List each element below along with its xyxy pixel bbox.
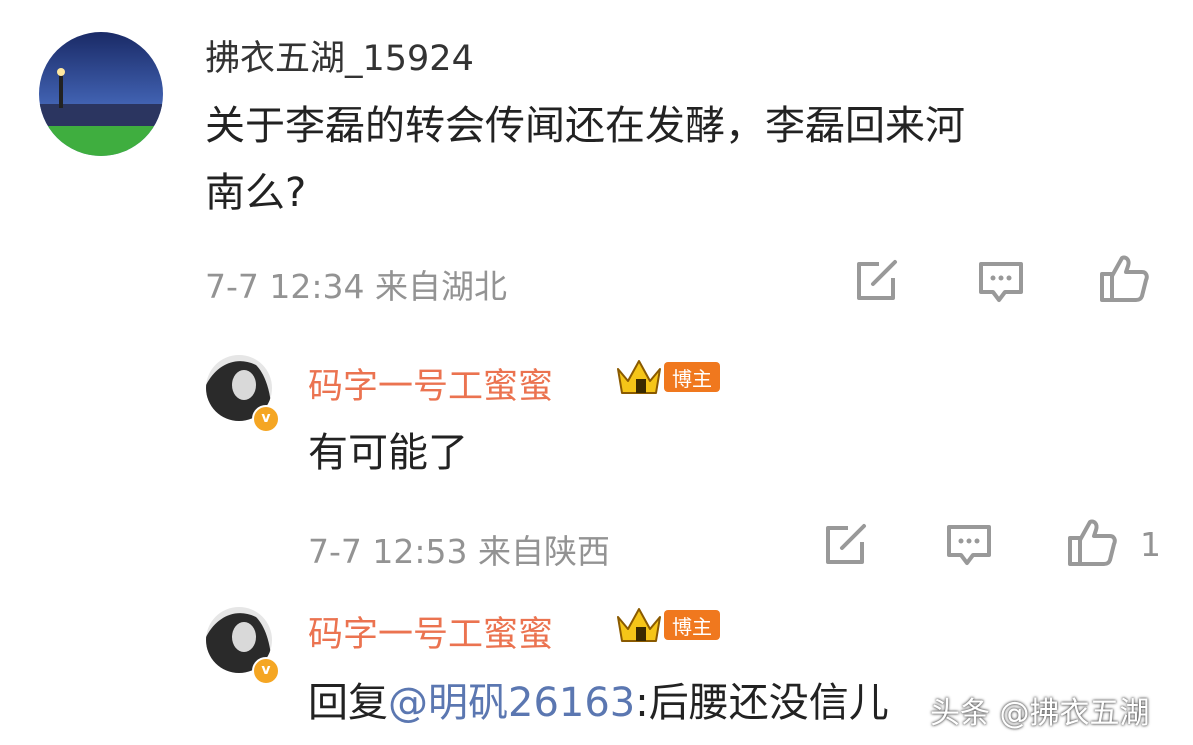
comment-text-line1: 关于李磊的转会传闻还在发酵，李磊回来河 — [205, 103, 965, 149]
comment-time: 7-7 12:34 — [205, 267, 365, 306]
verified-icon: v — [252, 657, 280, 685]
reply-text: 回复@明矾26163:后腰还没信儿 — [308, 673, 889, 733]
comment-icon[interactable] — [977, 260, 1025, 308]
reply-time: 7-7 12:53 — [308, 532, 468, 571]
comment-text-line2: 南么? — [205, 170, 307, 216]
thumbs-up-icon[interactable] — [1066, 516, 1118, 572]
comment-location: 来自湖北 — [375, 267, 507, 306]
repost-icon[interactable] — [822, 522, 870, 572]
verified-icon: v — [252, 405, 280, 433]
avatar[interactable] — [39, 32, 163, 156]
reply-meta: 7-7 12:53 来自陕西 — [308, 525, 610, 573]
crown-icon — [614, 355, 664, 401]
blogger-badge: 博主 — [664, 610, 720, 640]
crown-icon — [614, 603, 664, 649]
reply-location: 来自陕西 — [478, 532, 610, 571]
comment-meta: 7-7 12:34 来自湖北 — [205, 260, 507, 308]
reply-body: :后腰还没信儿 — [635, 680, 889, 726]
reply-prefix: 回复 — [308, 680, 388, 726]
reply-username[interactable]: 码字一号工蜜蜜 — [308, 606, 553, 657]
comment-icon[interactable] — [945, 523, 993, 571]
watermark: 头条 @拂衣五湖 — [930, 688, 1150, 732]
repost-icon[interactable] — [853, 258, 901, 308]
comment-username[interactable]: 拂衣五湖_15924 — [205, 30, 474, 81]
stadium-avatar-image — [39, 32, 163, 156]
reply-username[interactable]: 码字一号工蜜蜜 — [308, 358, 553, 409]
reply-text: 有可能了 — [308, 430, 468, 476]
thumbs-up-icon[interactable] — [1098, 252, 1150, 308]
like-count: 1 — [1140, 525, 1161, 564]
blogger-badge: 博主 — [664, 362, 720, 392]
mention-link[interactable]: @明矾26163 — [388, 680, 635, 726]
watermark-handle: @拂衣五湖 — [999, 696, 1150, 731]
watermark-brand: 头条 — [930, 696, 990, 731]
